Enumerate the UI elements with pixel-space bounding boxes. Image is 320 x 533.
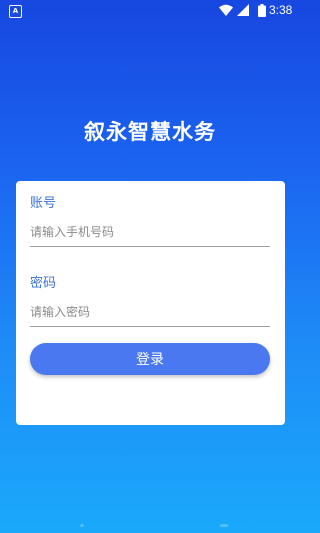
login-card: 账号 密码 登录: [16, 181, 285, 425]
login-button[interactable]: 登录: [30, 343, 270, 375]
signal-icon: [237, 4, 249, 16]
nav-hint-left: [80, 524, 84, 527]
app-notification-icon: A: [9, 5, 22, 18]
password-input[interactable]: [30, 300, 270, 327]
password-label: 密码: [30, 276, 57, 291]
status-bar: A 3:38: [0, 0, 300, 24]
app-title: 叙永智慧水务: [84, 120, 216, 144]
battery-icon: [258, 4, 266, 17]
status-time: 3:38: [269, 3, 293, 17]
wifi-icon: [219, 4, 233, 16]
account-input[interactable]: [30, 220, 270, 247]
nav-hint-right: [220, 524, 228, 527]
account-label: 账号: [30, 196, 57, 211]
